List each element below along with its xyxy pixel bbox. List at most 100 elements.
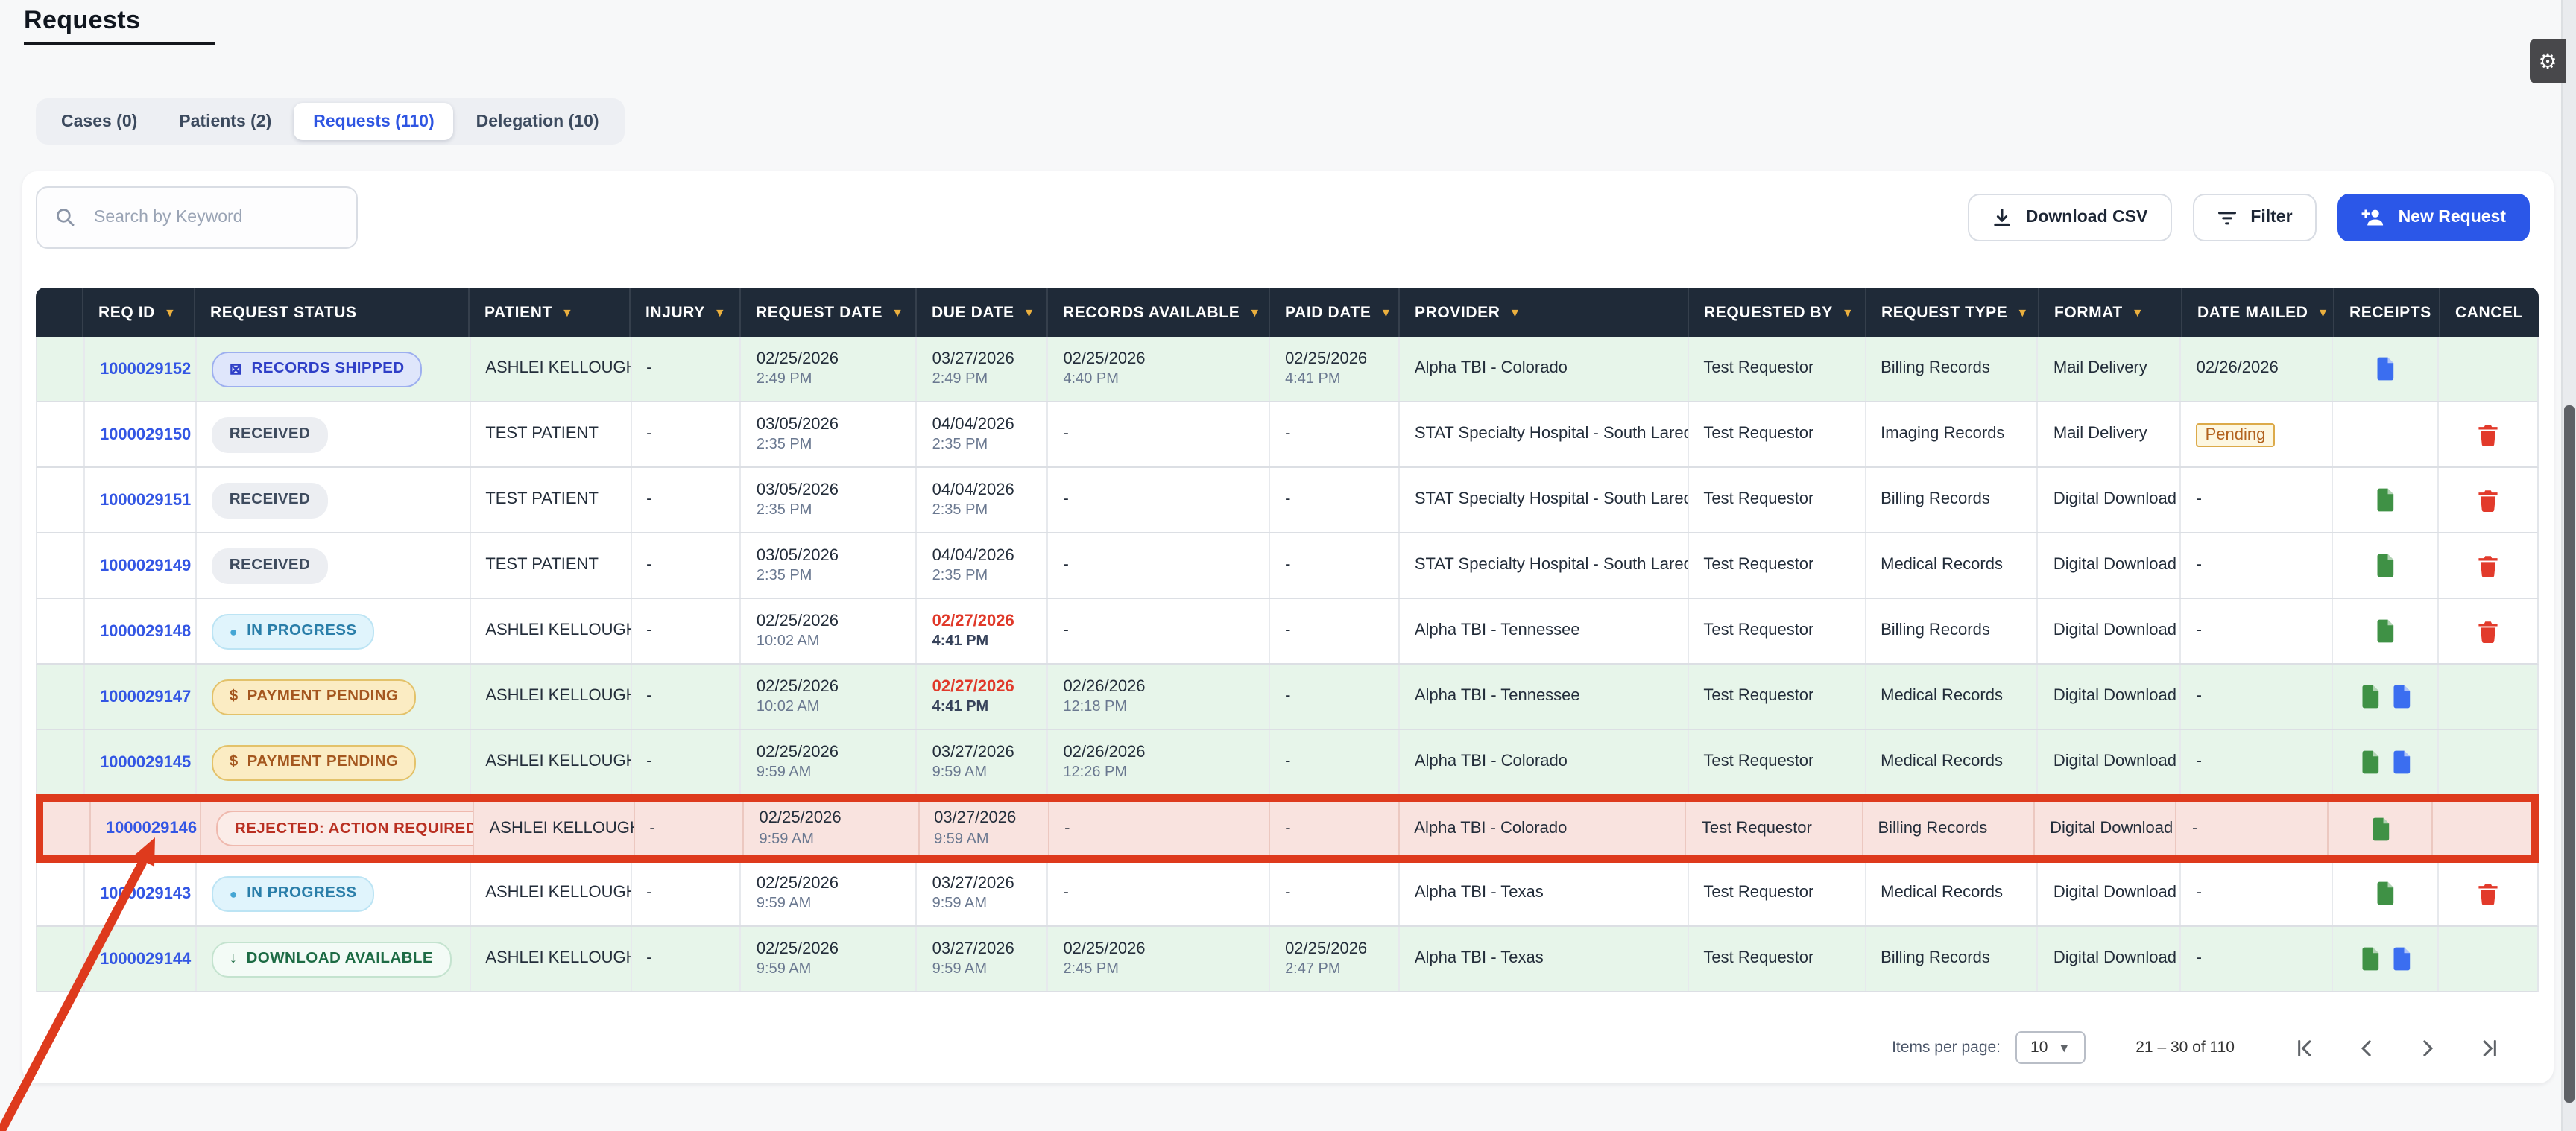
- req-id-link[interactable]: 1000029147: [100, 688, 195, 706]
- cancel-trash-icon[interactable]: [2478, 422, 2498, 446]
- cell-date_mailed: -: [2176, 802, 2327, 855]
- cell-expand: [37, 599, 83, 663]
- sort-arrow-icon[interactable]: ▼: [1380, 306, 1392, 320]
- column-header-date_mailed[interactable]: DATE MAILED▼: [2181, 288, 2333, 337]
- settings-gear-tab[interactable]: ⚙: [2530, 39, 2566, 83]
- column-header-request_type[interactable]: REQUEST TYPE▼: [1865, 288, 2038, 337]
- receipt-blue-button[interactable]: [2390, 946, 2411, 972]
- receipt-green-button[interactable]: [2359, 946, 2380, 972]
- receipt-green-button[interactable]: [2375, 881, 2396, 906]
- tab-cases[interactable]: Cases (0): [42, 103, 157, 140]
- search-box[interactable]: [36, 186, 358, 249]
- cell-due_date: 03/27/20269:59 AM: [916, 927, 1047, 991]
- cell-text: Billing Records: [1881, 948, 2037, 970]
- tab-requests[interactable]: Requests (110): [294, 103, 453, 140]
- req-id-link[interactable]: 1000029146: [106, 820, 201, 837]
- req-id-link[interactable]: 1000029150: [100, 425, 195, 443]
- items-per-page-value: 10: [2030, 1039, 2048, 1056]
- receipt-green-button[interactable]: [2375, 487, 2396, 513]
- sort-arrow-icon[interactable]: ▼: [2132, 306, 2144, 320]
- sort-arrow-icon[interactable]: ▼: [1248, 306, 1260, 320]
- filter-button[interactable]: Filter: [2192, 194, 2316, 241]
- cancel-request-button[interactable]: [2478, 488, 2498, 512]
- receipt-file-icon[interactable]: [2359, 750, 2380, 775]
- receipt-green-button[interactable]: [2375, 553, 2396, 578]
- receipt-blue-button[interactable]: [2390, 750, 2411, 775]
- receipt-file-icon[interactable]: [2359, 684, 2380, 709]
- column-header-injury[interactable]: INJURY▼: [629, 288, 739, 337]
- sort-arrow-icon[interactable]: ▼: [2317, 306, 2329, 320]
- prev-page-icon[interactable]: [2355, 1036, 2378, 1059]
- cell-text: Medical Records: [1881, 882, 2037, 905]
- column-header-due_date[interactable]: DUE DATE▼: [915, 288, 1046, 337]
- sort-arrow-icon[interactable]: ▼: [2016, 306, 2028, 320]
- receipt-file-icon[interactable]: [2375, 881, 2396, 906]
- cancel-trash-icon[interactable]: [2478, 619, 2498, 643]
- cell-patient: ASHLEI KELLOUGH: [469, 599, 630, 663]
- next-page-icon[interactable]: [2416, 1036, 2439, 1059]
- cancel-trash-icon[interactable]: [2478, 488, 2498, 512]
- sort-arrow-icon[interactable]: ▼: [1509, 306, 1521, 320]
- receipt-file-icon[interactable]: [2375, 487, 2396, 513]
- req-id-link[interactable]: 1000029144: [100, 950, 195, 968]
- column-header-req_id[interactable]: REQ ID▼: [82, 288, 194, 337]
- receipt-file-icon[interactable]: [2375, 356, 2396, 381]
- sort-arrow-icon[interactable]: ▼: [714, 306, 726, 320]
- receipt-file-icon[interactable]: [2375, 618, 2396, 644]
- cell-text: -: [1285, 817, 1398, 840]
- sort-arrow-icon[interactable]: ▼: [891, 306, 903, 320]
- sort-arrow-icon[interactable]: ▼: [1842, 306, 1854, 320]
- receipt-file-icon[interactable]: [2390, 946, 2411, 972]
- cancel-request-button[interactable]: [2478, 881, 2498, 905]
- cell-text: -: [2197, 948, 2332, 970]
- req-id-link[interactable]: 1000029143: [100, 884, 195, 902]
- sort-arrow-icon[interactable]: ▼: [1023, 306, 1035, 320]
- scrollbar-track[interactable]: [2561, 0, 2576, 1131]
- cell-provider: Alpha TBI - Texas: [1398, 927, 1688, 991]
- items-per-page-select[interactable]: 10 ▼: [2015, 1031, 2085, 1064]
- cancel-trash-icon[interactable]: [2478, 881, 2498, 905]
- sort-arrow-icon[interactable]: ▼: [164, 306, 176, 320]
- search-input[interactable]: [91, 207, 321, 228]
- new-request-button[interactable]: New Request: [2337, 194, 2530, 241]
- receipt-green-button[interactable]: [2375, 618, 2396, 644]
- receipt-blue-button[interactable]: [2390, 684, 2411, 709]
- receipt-green-button[interactable]: [2359, 750, 2380, 775]
- cell-format: Mail Delivery: [2037, 402, 2180, 466]
- last-page-icon[interactable]: [2478, 1036, 2500, 1059]
- column-header-records_available[interactable]: RECORDS AVAILABLE▼: [1046, 288, 1269, 337]
- column-header-provider[interactable]: PROVIDER▼: [1398, 288, 1688, 337]
- column-header-paid_date[interactable]: PAID DATE▼: [1269, 288, 1398, 337]
- cell-req_id: 1000029145: [83, 730, 195, 794]
- req-id-link[interactable]: 1000029151: [100, 491, 195, 509]
- cancel-request-button[interactable]: [2478, 554, 2498, 577]
- cell-date_mailed: -: [2180, 599, 2332, 663]
- download-csv-button[interactable]: Download CSV: [1968, 194, 2172, 241]
- cancel-request-button[interactable]: [2478, 422, 2498, 446]
- tab-patients[interactable]: Patients (2): [160, 103, 291, 140]
- tab-delegation[interactable]: Delegation (10): [457, 103, 619, 140]
- column-header-requested_by[interactable]: REQUESTED BY▼: [1688, 288, 1865, 337]
- column-header-format[interactable]: FORMAT▼: [2038, 288, 2181, 337]
- cell-text: Mail Delivery: [2053, 423, 2180, 446]
- receipt-file-icon[interactable]: [2390, 750, 2411, 775]
- receipt-green-button[interactable]: [2359, 684, 2380, 709]
- first-page-icon[interactable]: [2294, 1036, 2317, 1059]
- sort-arrow-icon[interactable]: ▼: [561, 306, 573, 320]
- receipt-file-icon[interactable]: [2375, 553, 2396, 578]
- receipt-file-icon[interactable]: [2359, 946, 2380, 972]
- receipt-blue-button[interactable]: [2375, 356, 2396, 381]
- req-id-link[interactable]: 1000029152: [100, 360, 195, 378]
- req-id-link[interactable]: 1000029148: [100, 622, 195, 640]
- column-header-request_date[interactable]: REQUEST DATE▼: [739, 288, 915, 337]
- cancel-trash-icon[interactable]: [2478, 554, 2498, 577]
- receipt-file-icon[interactable]: [2370, 816, 2390, 841]
- receipt-green-button[interactable]: [2370, 816, 2390, 841]
- req-id-link[interactable]: 1000029145: [100, 753, 195, 771]
- cell-requested_by: Test Requestor: [1687, 599, 1864, 663]
- receipt-file-icon[interactable]: [2390, 684, 2411, 709]
- cancel-request-button[interactable]: [2478, 619, 2498, 643]
- scrollbar-thumb[interactable]: [2564, 405, 2575, 1103]
- column-header-patient[interactable]: PATIENT▼: [468, 288, 629, 337]
- req-id-link[interactable]: 1000029149: [100, 557, 195, 574]
